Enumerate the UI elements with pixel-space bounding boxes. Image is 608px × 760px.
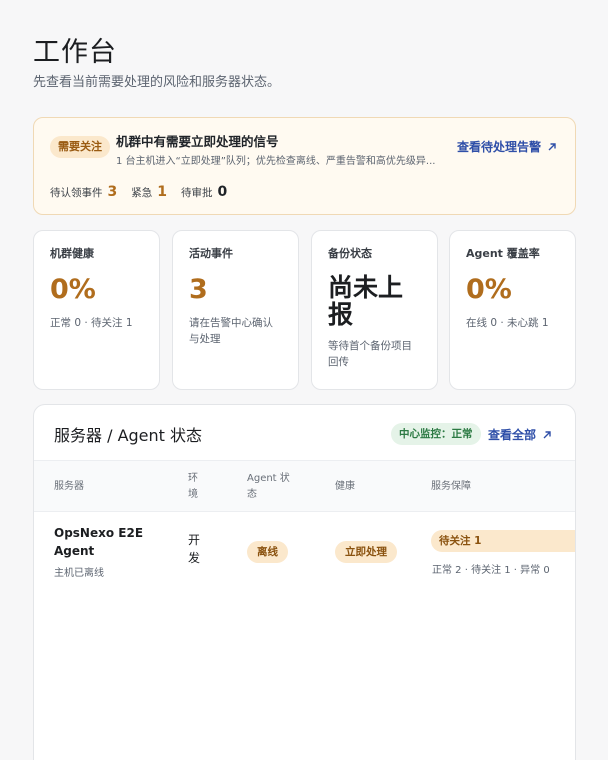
stat-unclaimed[interactable]: 待认领事件 3	[50, 184, 117, 200]
metric-cards: 机群健康 0% 正常 0 · 待关注 1 活动事件 3 请在告警中心确认与处理 …	[33, 230, 576, 390]
column-header-server[interactable]: 服务器	[54, 479, 84, 495]
column-header-guarantee[interactable]: 服务保障	[431, 479, 471, 495]
card-label: 机群健康	[50, 247, 94, 260]
card-note: 请在告警中心确认与处理	[189, 317, 273, 345]
alert-stats: 待认领事件 3 紧急 1 待审批 0	[50, 184, 227, 200]
stat-urgent[interactable]: 紧急 1	[131, 184, 167, 200]
monitor-status-badge: 中心监控：正常	[391, 423, 481, 445]
view-pending-alerts-link[interactable]: 查看待处理告警	[457, 138, 557, 155]
card-label: 活动事件	[189, 247, 233, 260]
stat-value: 0	[217, 184, 228, 200]
stat-label: 待审批	[181, 187, 213, 199]
column-header-agent-status[interactable]: Agent 状态	[247, 471, 299, 503]
health-badge: 立即处理	[335, 541, 397, 563]
column-header-health[interactable]: 健康	[335, 479, 355, 495]
card-backup-status[interactable]: 备份状态 尚未上报 等待首个备份项目回传	[311, 230, 438, 390]
server-env: 开发	[188, 533, 201, 565]
card-value: 3	[189, 274, 208, 305]
server-agent-panel: 服务器 / Agent 状态 中心监控：正常 查看全部 服务器 环境 Agent…	[33, 404, 576, 760]
card-note: 等待首个备份项目回传	[328, 340, 412, 368]
stat-value: 3	[107, 184, 118, 200]
alert-title: 机群中有需要立即处理的信号	[116, 134, 279, 149]
stat-label: 紧急	[131, 187, 153, 199]
column-header-env[interactable]: 环境	[188, 471, 200, 503]
guarantee-note: 正常 2 · 待关注 1 · 异常 0	[432, 565, 550, 576]
card-value: 0%	[466, 274, 512, 305]
card-note: 在线 0 · 未心跳 1	[466, 317, 549, 329]
server-name[interactable]: OpsNexo E2E Agent	[54, 524, 154, 560]
stat-label: 待认领事件	[50, 187, 103, 199]
view-pending-alerts-label: 查看待处理告警	[456, 140, 541, 154]
table-header: 服务器 环境 Agent 状态 健康 服务保障	[34, 460, 575, 512]
external-arrow-icon	[548, 142, 556, 150]
external-arrow-icon	[543, 430, 551, 438]
view-all-link[interactable]: 查看全部	[488, 426, 552, 443]
stat-value: 1	[157, 184, 167, 200]
card-value: 尚未上报	[328, 273, 404, 329]
server-subtitle: 主机已离线	[54, 568, 104, 579]
guarantee-badge: 待关注 1	[431, 530, 575, 552]
agent-status-badge: 离线	[247, 541, 288, 563]
table-row[interactable]: OpsNexo E2E Agent 主机已离线 开发 离线 立即处理 待关注 1…	[34, 512, 575, 592]
view-all-label: 查看全部	[488, 428, 537, 442]
page-title: 工作台	[33, 37, 117, 68]
alert-description: 1 台主机进入“立即处理”队列；优先检查离线、严重告警和高优先级异...	[116, 156, 436, 167]
card-label: 备份状态	[328, 247, 372, 260]
attention-banner: 需要关注 机群中有需要立即处理的信号 1 台主机进入“立即处理”队列；优先检查离…	[33, 117, 576, 215]
card-label: Agent 覆盖率	[466, 247, 540, 260]
card-note: 正常 0 · 待关注 1	[50, 317, 133, 329]
attention-badge: 需要关注	[50, 136, 110, 158]
card-agent-coverage[interactable]: Agent 覆盖率 0% 在线 0 · 未心跳 1	[449, 230, 576, 390]
stat-pending-approval[interactable]: 待审批 0	[181, 184, 227, 200]
card-fleet-health[interactable]: 机群健康 0% 正常 0 · 待关注 1	[33, 230, 160, 390]
card-active-events[interactable]: 活动事件 3 请在告警中心确认与处理	[172, 230, 299, 390]
card-value: 0%	[50, 274, 96, 305]
panel-title: 服务器 / Agent 状态	[54, 426, 203, 445]
page-subtitle: 先查看当前需要处理的风险和服务器状态。	[33, 75, 281, 90]
